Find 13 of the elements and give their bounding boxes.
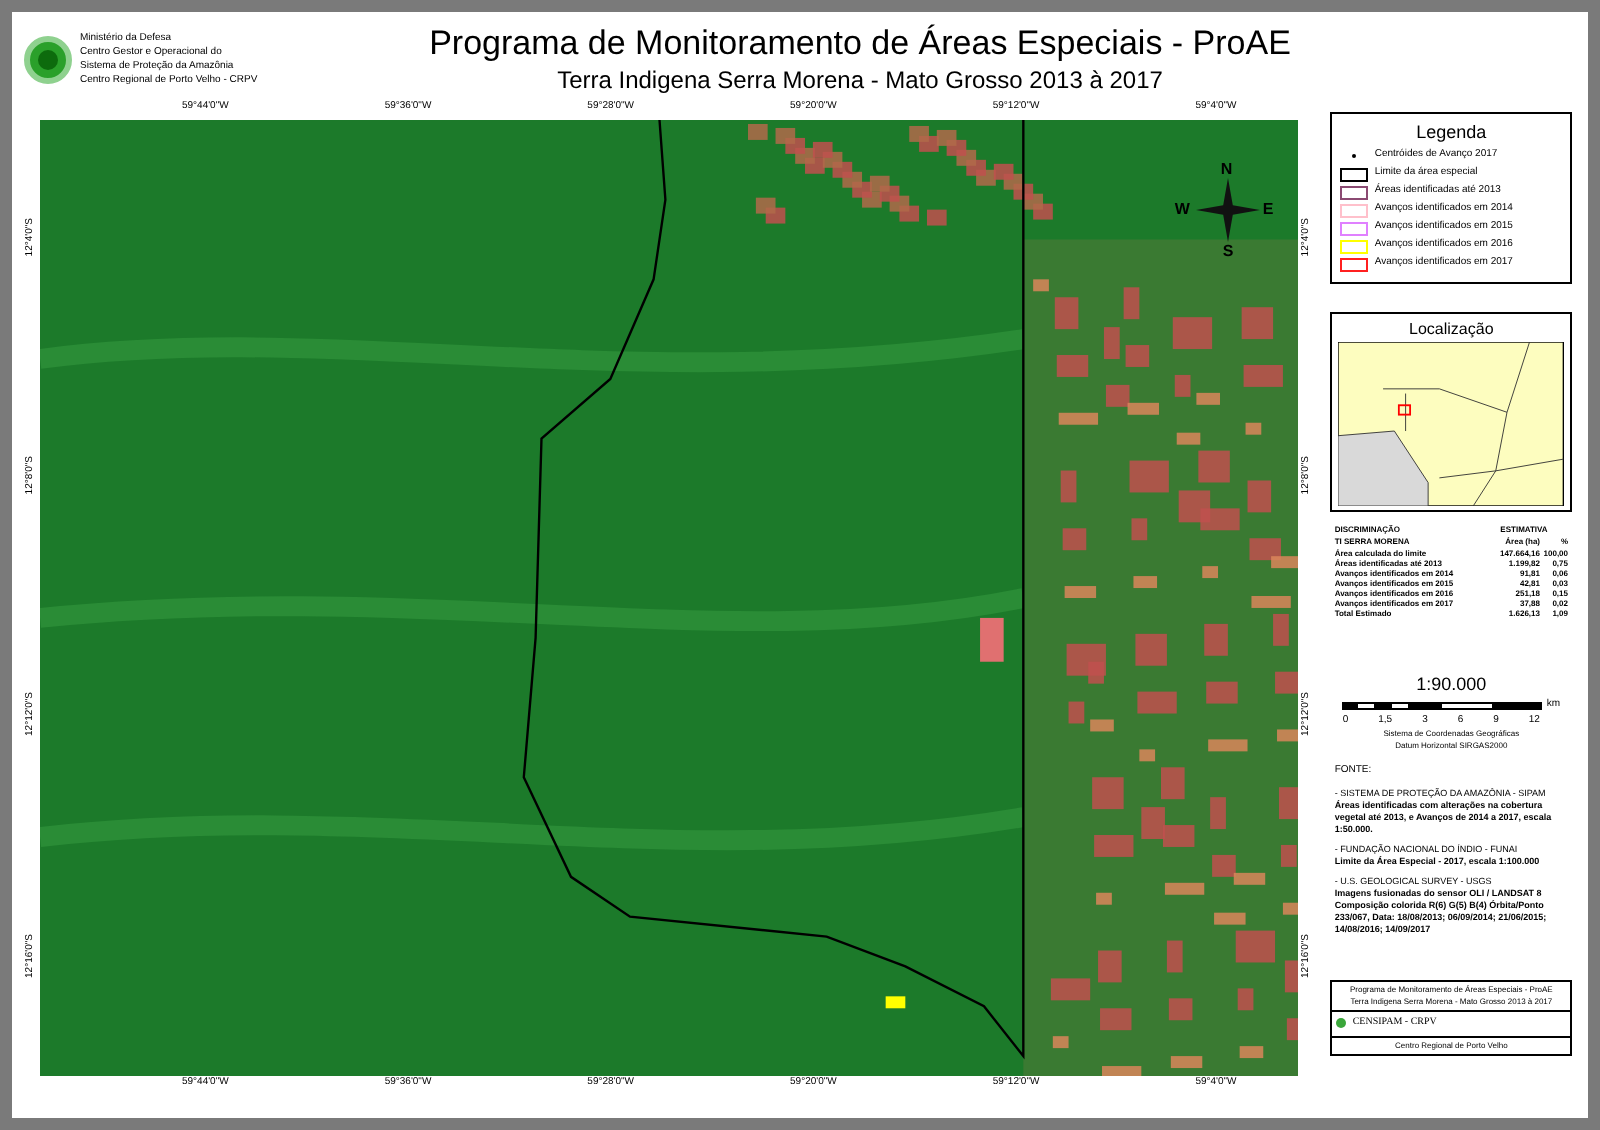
- compass-west-label: W: [1174, 198, 1190, 222]
- location-title: Localização: [1409, 318, 1494, 342]
- leaf-logo-icon: [1336, 1018, 1347, 1029]
- map-title: Programa de Monitoramento de Áreas Especiais - ProAE: [429, 24, 1291, 64]
- logo-icon: [24, 36, 72, 84]
- compass-north-label: N: [1220, 158, 1233, 182]
- map-subtitle: Terra Indigena Serra Morena - Mato Grosso 2013 à 2017: [557, 64, 1163, 96]
- scale-bar-icon: [1342, 701, 1543, 710]
- legend-title: Legenda: [1414, 120, 1489, 146]
- compass-rose-icon: [1196, 178, 1261, 242]
- scale-ratio: 1:90.000: [1414, 671, 1489, 697]
- compass-south-label: S: [1222, 240, 1234, 264]
- compass-east-label: E: [1262, 198, 1274, 222]
